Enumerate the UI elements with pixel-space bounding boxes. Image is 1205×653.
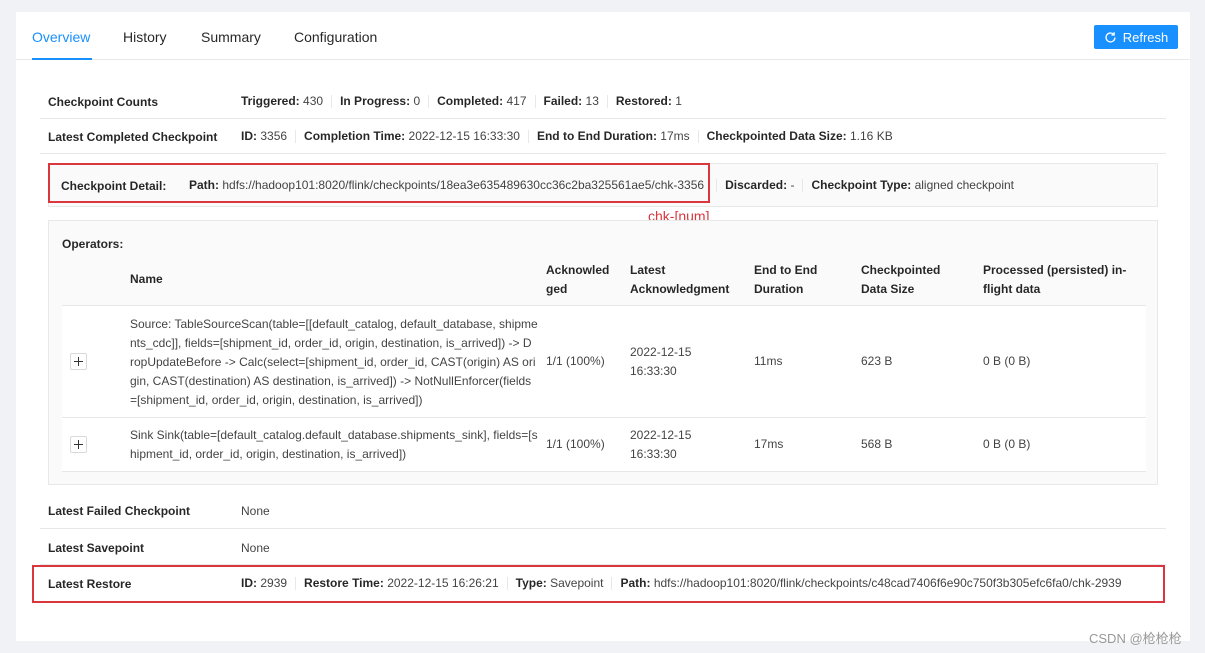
acknowledged-cell: 1/1 (100%): [546, 437, 605, 451]
watermark-text: CSDN @枪枪枪: [1089, 631, 1182, 646]
header-e2e-duration: End to End Duration: [754, 263, 818, 296]
expand-row-button[interactable]: [70, 353, 87, 370]
latest-ack-cell: 2022-12-15 16:33:30: [630, 345, 692, 378]
expand-row-button[interactable]: [70, 436, 87, 453]
latest-failed-row: Latest Failed Checkpoint None: [40, 493, 1166, 529]
operator-name: Source: TableSourceScan(table=[[default_…: [130, 317, 538, 407]
tab-bar: Overview History Summary Configuration R…: [16, 12, 1190, 60]
completed-count: Completed: 417: [428, 95, 534, 108]
completion-time: Completion Time: 2022-12-15 16:33:30: [295, 130, 528, 143]
detail-highlight-box: [48, 163, 710, 203]
e2e-duration-cell: 17ms: [754, 437, 784, 451]
restored-count: Restored: 1: [606, 95, 690, 108]
refresh-button[interactable]: Refresh: [1094, 25, 1178, 49]
header-acknowledged: Acknowled ged: [546, 263, 610, 296]
latest-completed-label: Latest Completed Checkpoint: [48, 130, 218, 144]
latest-ack-cell: 2022-12-15 16:33:30: [630, 428, 692, 461]
completed-id: ID: 3356: [241, 129, 288, 143]
checkpointed-data-size: Checkpointed Data Size: 1.16 KB: [697, 130, 901, 143]
operators-title: Operators:: [62, 237, 124, 251]
refresh-label: Refresh: [1122, 29, 1169, 45]
header-processed: Processed (persisted) in-flight data: [983, 263, 1127, 296]
data-size-cell: 568 B: [861, 437, 893, 451]
tab-configuration[interactable]: Configuration: [294, 29, 377, 45]
restore-highlight-box: [32, 565, 1165, 603]
discarded-status: Discarded: -: [716, 179, 802, 192]
e2e-duration-cell: 11ms: [754, 354, 783, 368]
header-data-size: Checkpointed Data Size: [861, 263, 941, 296]
processed-cell: 0 B (0 B): [983, 354, 1031, 368]
tab-summary[interactable]: Summary: [201, 29, 261, 45]
header-latest-ack: Latest Acknowledgment: [630, 263, 730, 296]
triggered-count: Triggered: 430: [241, 94, 324, 108]
checkpoint-counts-values: Triggered: 430 In Progress: 0 Completed:…: [241, 95, 690, 108]
latest-savepoint-label: Latest Savepoint: [48, 541, 145, 555]
tab-history[interactable]: History: [123, 29, 167, 45]
operator-name: Sink Sink(table=[default_catalog.default…: [130, 428, 538, 461]
failed-count: Failed: 13: [534, 95, 607, 108]
end-to-end-duration: End to End Duration: 17ms: [527, 130, 698, 143]
operators-panel: Operators: Name Acknowled ged Latest Ackno…: [48, 220, 1158, 485]
latest-completed-row: Latest Completed Checkpoint ID: 3356 Com…: [40, 119, 1166, 154]
checkpoints-card: Overview History Summary Configuration R…: [16, 12, 1190, 641]
active-tab-indicator: [32, 58, 92, 60]
latest-failed-label: Latest Failed Checkpoint: [48, 504, 191, 518]
table-row: Sink Sink(table=[default_catalog.default…: [62, 418, 1146, 472]
latest-savepoint-row: Latest Savepoint None: [40, 529, 1166, 565]
latest-savepoint-value: None: [241, 541, 270, 555]
table-row: Source: TableSourceScan(table=[[default_…: [62, 306, 1146, 418]
acknowledged-cell: 1/1 (100%): [546, 354, 605, 368]
processed-cell: 0 B (0 B): [983, 437, 1031, 451]
header-name: Name: [130, 272, 163, 286]
latest-completed-values: ID: 3356 Completion Time: 2022-12-15 16:…: [241, 130, 901, 143]
refresh-icon: [1105, 31, 1116, 43]
latest-failed-value: None: [241, 504, 270, 518]
checkpoint-counts-label: Checkpoint Counts: [48, 95, 158, 109]
tab-overview[interactable]: Overview: [32, 29, 90, 45]
table-header: Name Acknowled ged Latest Acknowledgment E…: [62, 253, 1146, 306]
checkpoint-counts-row: Checkpoint Counts Triggered: 430 In Prog…: [40, 84, 1166, 119]
in-progress-count: In Progress: 0: [331, 95, 428, 108]
checkpoint-type: Checkpoint Type: aligned checkpoint: [802, 179, 1022, 192]
data-size-cell: 623 B: [861, 354, 893, 368]
